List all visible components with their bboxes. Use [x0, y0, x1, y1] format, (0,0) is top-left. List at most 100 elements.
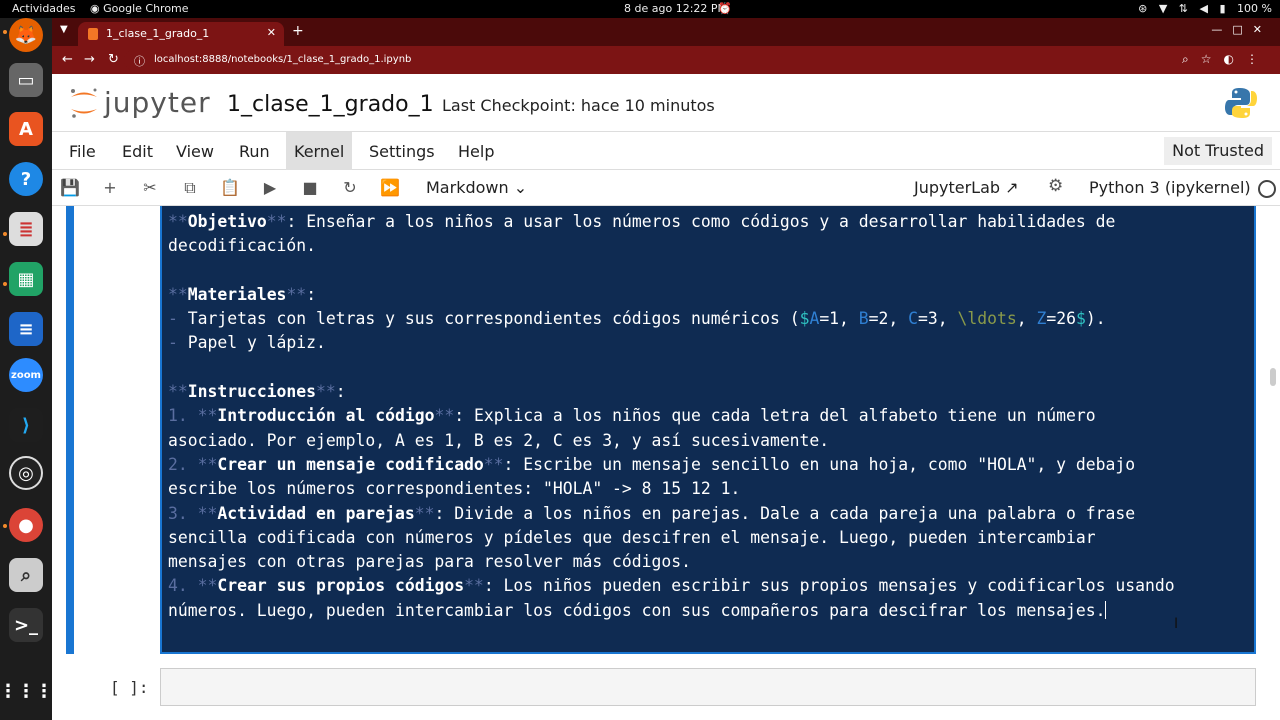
paste-icon[interactable]: 📋 [218, 176, 242, 200]
forward-icon[interactable]: → [84, 52, 95, 67]
jupyter-favicon-icon [88, 28, 98, 40]
address-bar[interactable]: ⓘ localhost:8888/notebooks/1_clase_1_gra… [124, 49, 1214, 71]
clock[interactable]: 8 de ago 12:22 PM [624, 2, 727, 15]
show-apps-icon[interactable]: ⋮⋮⋮ [0, 674, 53, 708]
obs-icon[interactable]: ◎ [9, 456, 43, 490]
firefox-icon[interactable]: 🦊 [9, 18, 43, 52]
menu-file[interactable]: File [69, 132, 96, 170]
trust-status-button[interactable]: Not Trusted [1164, 137, 1272, 165]
close-tab-icon[interactable]: ✕ [267, 26, 276, 39]
jupyter-wordmark: jupyter [104, 86, 211, 119]
menu-help[interactable]: Help [458, 132, 494, 170]
cell-collapser[interactable] [66, 206, 74, 654]
battery-icon: ▮ [1219, 2, 1226, 15]
external-link-icon: ↗ [1005, 178, 1019, 197]
image-viewer-icon[interactable]: ⌕ [9, 558, 43, 592]
add-cell-icon[interactable]: + [98, 176, 122, 200]
editor-line: - Tarjetas con letras y sus correspondie… [168, 309, 1106, 329]
cell-type-select[interactable]: Markdown ⌄ [426, 178, 527, 197]
kernel-name[interactable]: Python 3 (ipykernel) [1089, 178, 1251, 197]
reload-icon[interactable]: ↻ [108, 52, 119, 67]
jupyter-logo-icon[interactable] [68, 86, 100, 120]
dock-running-indicator [3, 232, 7, 236]
chrome-icon: ◉ [90, 2, 104, 15]
browser-tab-strip: ▼ 1_clase_1_grado_1 ✕ + —□✕ [52, 18, 1280, 46]
interrupt-kernel-icon[interactable]: ■ [298, 176, 322, 200]
kernel-status-icon [1258, 180, 1276, 198]
activities-button[interactable]: Actividades [12, 2, 76, 15]
accessibility-icon[interactable]: ⊛ [1138, 2, 1147, 15]
cell-editor[interactable]: **Objetivo**: Enseñar a los niños a usar… [162, 206, 1254, 652]
extension-icon[interactable]: ◐ [1224, 52, 1246, 66]
tab-search-icon[interactable]: ▼ [60, 24, 68, 35]
editor-line: 2. **Crear un mensaje codificado**: Escr… [168, 454, 1136, 474]
cell-type-value: Markdown [426, 178, 509, 197]
active-app-label: Google Chrome [103, 2, 189, 15]
document-viewer-icon[interactable]: ≣ [9, 212, 43, 246]
jupyter-header: jupyter 1_clase_1_grado_1 Last Checkpoin… [52, 74, 1280, 132]
active-app-menu[interactable]: ◉ Google Chrome [90, 2, 189, 15]
url-text: localhost:8888/notebooks/1_clase_1_grado… [154, 54, 412, 65]
open-jupyterlab-button[interactable]: JupyterLab ↗ [914, 178, 1019, 197]
spreadsheet-icon[interactable]: ▦ [9, 262, 43, 296]
scrollbar-thumb[interactable] [1270, 368, 1276, 386]
cut-icon[interactable]: ✂ [138, 176, 162, 200]
notebook-title[interactable]: 1_clase_1_grado_1 [227, 92, 434, 117]
input-prompt: [ ]: [110, 678, 149, 697]
menu-settings[interactable]: Settings [369, 132, 435, 170]
dock-running-indicator [3, 30, 7, 34]
browser-actions: ⌕☆◐⋮ [1182, 52, 1270, 67]
chrome-dock-icon[interactable]: ● [9, 508, 43, 542]
kernel-settings-icon[interactable]: ⚙ [1048, 176, 1063, 196]
minimize-icon[interactable]: — [1211, 23, 1232, 36]
python-logo-icon [1225, 88, 1257, 118]
app-center-icon[interactable]: A [9, 112, 43, 146]
new-tab-button[interactable]: + [292, 23, 304, 39]
restart-kernel-icon[interactable]: ↻ [338, 176, 362, 200]
close-window-icon[interactable]: ✕ [1253, 23, 1272, 36]
markdown-cell[interactable]: **Objetivo**: Enseñar a los niños a usar… [160, 206, 1256, 654]
mouse-ibeam-cursor: I [1174, 616, 1179, 632]
menu-kernel[interactable]: Kernel [286, 132, 353, 170]
zoom-icon[interactable]: zoom [9, 358, 43, 392]
editor-line: sencilla codificada con números y pídele… [168, 527, 1096, 547]
editor-line: - Papel y lápiz. [168, 333, 326, 353]
editor-line: **Materiales**: [168, 284, 317, 304]
help-icon[interactable]: ? [9, 162, 43, 196]
editor-line: 4. **Crear sus propios códigos**: Los ni… [168, 576, 1175, 596]
battery-level: 100 % [1237, 2, 1272, 15]
browser-tab[interactable]: 1_clase_1_grado_1 ✕ [78, 22, 284, 46]
dock: 🦊 ▭ A ? ≣ ▦ ≡ zoom ⟩ ◎ ● ⌕ >_ ⋮⋮⋮ [0, 18, 53, 720]
dock-running-indicator [3, 524, 7, 528]
notification-icon[interactable]: ⏰ [718, 2, 732, 15]
menu-run[interactable]: Run [239, 132, 270, 170]
run-cell-icon[interactable]: ▶ [258, 176, 282, 200]
chrome-menu-icon[interactable]: ⋮ [1246, 52, 1270, 66]
tab-title: 1_clase_1_grado_1 [106, 27, 210, 40]
code-cell-input[interactable] [160, 668, 1256, 706]
editor-line: **Objetivo**: Enseñar a los niños a usar… [168, 212, 1116, 231]
vscode-icon[interactable]: ⟩ [9, 408, 43, 442]
menu-view[interactable]: View [176, 132, 214, 170]
checkpoint-status: Last Checkpoint: hace 10 minutos [442, 96, 715, 115]
jupyterlab-label: JupyterLab [914, 178, 1001, 197]
notebook-toolbar: 💾 + ✂ ⧉ 📋 ▶ ■ ↻ ⏩ Markdown ⌄ JupyterLab … [52, 170, 1280, 206]
text-cursor [1105, 600, 1107, 619]
back-icon[interactable]: ← [62, 52, 73, 67]
notebook-panel: **Objetivo**: Enseñar a los niños a usar… [52, 206, 1280, 720]
terminal-icon[interactable]: >_ [9, 608, 43, 642]
menu-edit[interactable]: Edit [122, 132, 153, 170]
bookmark-star-icon[interactable]: ☆ [1201, 52, 1224, 66]
system-tray[interactable]: ⊛ ▼ ⇅ ◀ ▮ 100 % [1130, 2, 1272, 15]
copy-icon[interactable]: ⧉ [178, 176, 202, 200]
files-icon[interactable]: ▭ [9, 63, 43, 97]
network-icon: ⇅ [1178, 2, 1189, 15]
save-icon[interactable]: 💾 [58, 176, 82, 200]
restart-run-all-icon[interactable]: ⏩ [378, 176, 402, 200]
maximize-icon[interactable]: □ [1232, 23, 1252, 36]
site-info-icon[interactable]: ⓘ [134, 53, 145, 69]
zoom-lens-icon[interactable]: ⌕ [1182, 52, 1201, 66]
editor-line: 3. **Actividad en parejas**: Divide a lo… [168, 503, 1136, 523]
document-icon[interactable]: ≡ [9, 312, 43, 346]
